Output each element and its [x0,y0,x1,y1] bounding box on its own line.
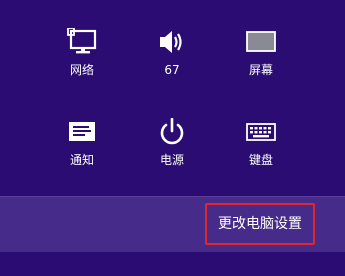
divider [0,196,345,197]
keyboard-label: 键盘 [248,153,273,167]
network-tile[interactable]: 网络 [47,28,117,92]
screen-tile[interactable]: 屏幕 [226,28,296,92]
notifications-tile[interactable]: 通知 [47,118,117,182]
volume-icon [137,28,207,64]
volume-label: 67 [164,63,180,77]
change-pc-settings-button[interactable]: 更改电脑设置 [205,203,315,245]
screen-brightness-icon [226,28,296,64]
volume-tile[interactable]: 67 [137,28,207,92]
network-label: 网络 [69,63,94,77]
power-tile[interactable]: 电源 [137,118,207,182]
network-icon [47,28,117,64]
keyboard-icon [226,118,296,154]
power-label: 电源 [159,153,184,167]
settings-charm-panel: 网络 67 屏幕 通知 电源 键盘 更改电脑设置 [0,0,345,276]
keyboard-tile[interactable]: 键盘 [226,118,296,182]
screen-label: 屏幕 [248,63,273,77]
notifications-label: 通知 [69,153,94,167]
notifications-icon [47,118,117,154]
power-icon [137,118,207,154]
